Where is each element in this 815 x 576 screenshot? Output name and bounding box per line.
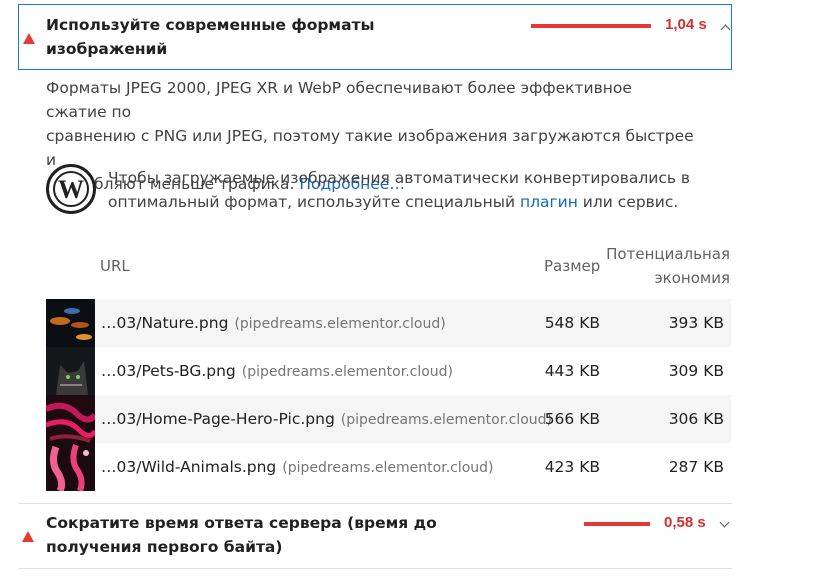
- image-thumbnail: [46, 347, 95, 395]
- table-row: …03/Pets-BG.png (pipedreams.elementor.clo…: [46, 347, 731, 395]
- row-url-path: …03/Home-Page-Hero-Pic.png: [101, 410, 335, 428]
- row-url-host: (pipedreams.elementor.cloud): [234, 316, 446, 332]
- column-header-savings-line1: Потенциальная: [606, 245, 730, 263]
- audit-title: Сократите время ответа сервера (время до…: [46, 511, 466, 559]
- description-line2: сравнению с PNG или JPEG, поэтому такие …: [46, 127, 694, 169]
- audit-title: Используйте современные форматы изображе…: [46, 13, 466, 61]
- row-size: 443 KB: [544, 362, 600, 380]
- metric-value: 1,04 s: [665, 16, 707, 33]
- audit-header-modern-image-formats[interactable]: Используйте современные форматы изображе…: [18, 4, 732, 70]
- audit-title-line2: изображений: [46, 40, 168, 58]
- chevron-down-icon[interactable]: [719, 517, 730, 528]
- row-size: 566 KB: [544, 410, 600, 428]
- row-url[interactable]: …03/Wild-Animals.png (pipedreams.elemento…: [101, 443, 494, 491]
- warning-triangle-icon: [23, 33, 35, 44]
- row-url-path: …03/Wild-Animals.png: [101, 458, 277, 476]
- row-url[interactable]: …03/Home-Page-Hero-Pic.png (pipedreams.el…: [101, 395, 552, 443]
- column-header-savings-line2: экономия: [654, 269, 730, 287]
- row-url-path: …03/Nature.png: [101, 314, 229, 332]
- svg-text:W: W: [58, 175, 84, 204]
- row-url-path: …03/Pets-BG.png: [101, 362, 236, 380]
- metric-bar: [584, 522, 650, 526]
- row-savings: 306 KB: [668, 410, 724, 428]
- image-thumbnail: [46, 299, 95, 347]
- column-header-size: Размер: [544, 257, 601, 275]
- wordpress-tip-text: оптимальный формат, используйте специаль…: [108, 193, 516, 211]
- table-row: …03/Nature.png (pipedreams.elementor.clou…: [46, 299, 731, 347]
- metric-bar: [531, 24, 651, 28]
- row-url-host: (pipedreams.elementor.cloud): [241, 364, 454, 380]
- column-header-savings: Потенциальная экономия: [600, 242, 730, 290]
- table-row: …03/Wild-Animals.png (pipedreams.elemento…: [46, 443, 731, 491]
- audit-header-server-response-time[interactable]: Сократите время ответа сервера (время до…: [18, 504, 732, 568]
- row-savings: 393 KB: [668, 314, 724, 332]
- chevron-up-icon[interactable]: [720, 24, 731, 35]
- metric-value: 0,58 s: [664, 514, 706, 531]
- row-savings: 309 KB: [668, 362, 724, 380]
- wordpress-logo-icon: W: [46, 164, 96, 214]
- row-savings: 287 KB: [668, 458, 724, 476]
- audit-title-line1: Сократите время ответа сервера (время до: [46, 514, 437, 532]
- description-line1: Форматы JPEG 2000, JPEG XR и WebP обеспе…: [46, 79, 632, 121]
- image-thumbnail: [46, 395, 95, 443]
- row-size: 548 KB: [544, 314, 600, 332]
- row-url[interactable]: …03/Nature.png (pipedreams.elementor.clou…: [101, 299, 446, 347]
- table-row: …03/Home-Page-Hero-Pic.png (pipedreams.el…: [46, 395, 731, 443]
- row-url-host: (pipedreams.elementor.cloud): [282, 460, 494, 476]
- wordpress-tip-line1: Чтобы загружаемые изображения автоматиче…: [108, 169, 691, 187]
- wordpress-tip: Чтобы загружаемые изображения автоматиче…: [108, 166, 728, 214]
- wordpress-tip-text-end: или сервис.: [582, 193, 679, 211]
- audit-title-line2: получения первого байта): [46, 538, 283, 556]
- row-size: 423 KB: [544, 458, 600, 476]
- plugin-link[interactable]: плагин: [520, 193, 578, 211]
- row-url[interactable]: …03/Pets-BG.png (pipedreams.elementor.clo…: [101, 347, 453, 395]
- divider: [18, 568, 732, 569]
- wordpress-tip-line2: оптимальный формат, используйте специаль…: [108, 190, 728, 214]
- row-url-host: (pipedreams.elementor.cloud): [340, 412, 553, 428]
- warning-triangle-icon: [22, 531, 34, 542]
- audit-title-line1: Используйте современные форматы: [46, 16, 375, 34]
- image-thumbnail: [46, 443, 95, 491]
- column-header-url: URL: [100, 257, 130, 275]
